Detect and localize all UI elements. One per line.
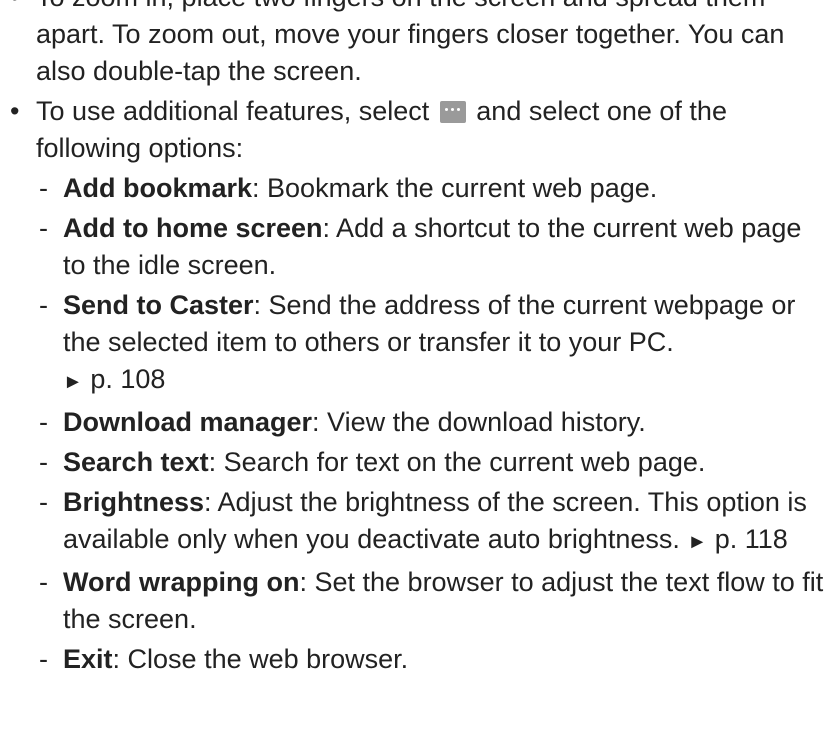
page-reference: p. 108: [90, 364, 166, 394]
bullet-symbol: •: [10, 96, 20, 126]
option-search-text: - Search text: Search for text on the cu…: [36, 444, 827, 481]
page-reference-arrow-icon: ►: [63, 371, 83, 393]
option-term: Download manager: [63, 407, 313, 437]
option-term: Brightness: [63, 487, 205, 517]
option-desc: : View the download history.: [312, 407, 646, 437]
option-desc: : Close the web browser.: [112, 644, 409, 674]
option-desc: : Bookmark the current web page.: [252, 173, 658, 203]
option-add-bookmark: - Add bookmark: Bookmark the current web…: [36, 170, 827, 207]
option-term: Add to home screen: [63, 213, 323, 243]
option-desc: : Search for text on the current web pag…: [208, 447, 706, 477]
dash-symbol: -: [39, 407, 48, 437]
bullet-text-before-icon: To use additional features, select: [36, 96, 430, 126]
option-term: Search text: [63, 447, 209, 477]
option-brightness: - Brightness: Adjust the brightness of t…: [36, 484, 827, 561]
dash-symbol: -: [39, 213, 48, 243]
dash-symbol: -: [39, 173, 48, 203]
option-term: Add bookmark: [63, 173, 253, 203]
option-term: Send to Caster: [63, 290, 254, 320]
bullet-text: To zoom in, place two fingers on the scr…: [36, 0, 785, 86]
option-exit: - Exit: Close the web browser.: [36, 641, 827, 678]
option-add-to-home-screen: - Add to home screen: Add a shortcut to …: [36, 210, 827, 284]
bullet-symbol: •: [10, 0, 19, 16]
dash-symbol: -: [39, 487, 48, 517]
dash-symbol: -: [39, 447, 48, 477]
dash-symbol: -: [39, 290, 48, 320]
page-reference: p. 118: [714, 524, 788, 554]
option-word-wrapping: - Word wrapping on: Set the browser to a…: [36, 564, 827, 638]
option-term: Word wrapping on: [63, 567, 300, 597]
document-page: • To zoom in, place two fingers on the s…: [0, 0, 827, 681]
bullet-item-zoom: • To zoom in, place two fingers on the s…: [0, 0, 827, 90]
dash-symbol: -: [39, 567, 48, 597]
option-send-to-caster: - Send to Caster: Send the address of th…: [36, 287, 827, 401]
page-reference-arrow-icon: ►: [687, 531, 708, 553]
bullet-item-additional-features: • To use additional features, select and…: [0, 93, 827, 678]
option-download-manager: - Download manager: View the download hi…: [36, 404, 827, 441]
options-list: - Add bookmark: Bookmark the current web…: [36, 170, 827, 678]
dash-symbol: -: [39, 644, 48, 674]
more-options-icon: [439, 101, 466, 123]
option-term: Exit: [63, 644, 113, 674]
